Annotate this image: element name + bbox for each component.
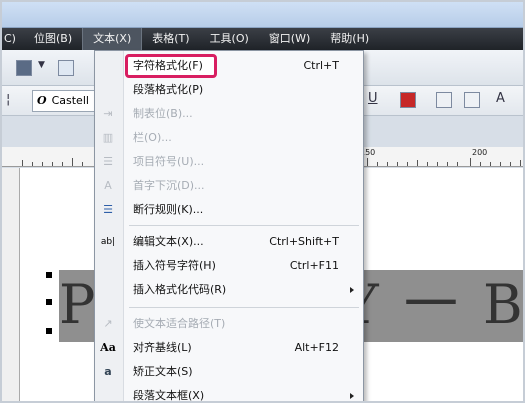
font-name: Castell: [51, 94, 89, 107]
menu-item-label: 项目符号(U)...: [133, 155, 205, 168]
character-format-icon[interactable]: A: [496, 91, 505, 106]
menu-item-shortcut: Ctrl+F11: [289, 259, 339, 272]
menu-item-insert-symbol[interactable]: 插入符号字符(H) Ctrl+F11: [95, 254, 363, 278]
fit-path-icon: ↗: [103, 317, 113, 330]
menu-item-label: 插入符号字符(H): [133, 259, 216, 272]
columns-icon: ▥: [102, 131, 114, 144]
straighten-text-icon: a: [104, 365, 112, 378]
menu-table[interactable]: 表格(T): [142, 28, 199, 50]
menu-window[interactable]: 窗口(W): [259, 28, 320, 50]
align-icon[interactable]: [436, 92, 452, 108]
menu-item-fit-text-to-path[interactable]: ↗ 使文本适合路径(T): [95, 312, 363, 336]
window-title-strip: [2, 2, 523, 28]
submenu-arrow-icon: [350, 287, 354, 293]
menu-separator: [129, 307, 359, 308]
line-break-icon: ☰: [103, 203, 113, 216]
vertical-ruler: [2, 168, 20, 401]
selection-handle[interactable]: [46, 272, 52, 278]
dropdown-arrow-icon[interactable]: ▼: [38, 60, 45, 70]
menu-bitmap[interactable]: 位图(B): [24, 28, 82, 50]
menu-item-align-baseline[interactable]: Aa 对齐基线(L) Alt+F12: [95, 336, 363, 360]
screen-frame: C) 位图(B) 文本(X) 表格(T) 工具(O) 窗口(W) 帮助(H) ▼…: [0, 0, 525, 403]
bullet-list-icon[interactable]: [464, 92, 480, 108]
menu-item-label: 段落文本框(X): [133, 389, 205, 402]
menu-item-straighten-text[interactable]: a 矫正文本(S): [95, 360, 363, 384]
menu-item-columns[interactable]: ▥ 栏(O)...: [95, 126, 363, 150]
text-color-icon[interactable]: [400, 92, 416, 108]
selection-handle[interactable]: [46, 328, 52, 334]
menu-item-shortcut: Ctrl+Shift+T: [269, 235, 339, 248]
submenu-arrow-icon: [350, 393, 354, 399]
menu-item-label: 制表位(B)...: [133, 107, 193, 120]
text-menu-dropdown: 字符格式化(F) Ctrl+T 段落格式化(P) ⇥ 制表位(B)... ▥ 栏…: [94, 50, 364, 402]
selection-handle[interactable]: [46, 299, 52, 305]
menu-item-label: 使文本适合路径(T): [133, 317, 226, 330]
menu-item-label: 栏(O)...: [133, 131, 172, 144]
align-baseline-icon: Aa: [100, 341, 116, 354]
app-launcher-icon[interactable]: [58, 60, 74, 76]
font-type-icon: O: [37, 94, 47, 107]
menu-item-tab-stops[interactable]: ⇥ 制表位(B)...: [95, 102, 363, 126]
export-icon[interactable]: [16, 60, 32, 76]
menu-item-bullets[interactable]: ☰ 项目符号(U)...: [95, 150, 363, 174]
menu-item-label: 矫正文本(S): [133, 365, 193, 378]
underline-icon[interactable]: U: [368, 91, 378, 106]
menu-item-edit-text[interactable]: ab| 编辑文本(X)... Ctrl+Shift+T: [95, 230, 363, 254]
menu-item-shortcut: Alt+F12: [294, 341, 339, 354]
edit-text-icon: ab|: [100, 237, 116, 247]
menu-text[interactable]: 文本(X): [82, 28, 143, 50]
bullets-icon: ☰: [103, 155, 113, 168]
menu-tools[interactable]: 工具(O): [200, 28, 259, 50]
menu-item-shortcut: Ctrl+T: [303, 59, 339, 72]
drop-cap-icon: A: [104, 179, 112, 192]
text-tool-icon[interactable]: ¦: [6, 92, 10, 107]
menu-prev[interactable]: C): [2, 28, 24, 50]
menu-item-label: 字符格式化(F): [133, 59, 203, 72]
menu-item-character-format[interactable]: 字符格式化(F) Ctrl+T: [95, 54, 363, 78]
font-select[interactable]: O Castell: [32, 90, 98, 112]
menu-item-paragraph-text-frame[interactable]: 段落文本框(X): [95, 384, 363, 402]
tab-stop-icon: ⇥: [103, 107, 113, 120]
menu-item-label: 编辑文本(X)...: [133, 235, 204, 248]
ruler-label: 200: [472, 148, 488, 157]
menu-item-drop-cap[interactable]: A 首字下沉(D)...: [95, 174, 363, 198]
text-part-right: Y 一 B: [343, 273, 525, 336]
menu-item-label: 对齐基线(L): [133, 341, 192, 354]
menu-item-label: 段落格式化(P): [133, 83, 204, 96]
menu-item-label: 插入格式化代码(R): [133, 283, 227, 296]
menu-item-line-break-rules[interactable]: ☰ 断行规则(K)...: [95, 198, 363, 222]
menu-item-label: 断行规则(K)...: [133, 203, 204, 216]
menu-separator: [129, 225, 359, 226]
menu-item-paragraph-format[interactable]: 段落格式化(P): [95, 78, 363, 102]
menu-item-insert-format-code[interactable]: 插入格式化代码(R): [95, 278, 363, 302]
menu-bar: C) 位图(B) 文本(X) 表格(T) 工具(O) 窗口(W) 帮助(H): [2, 28, 523, 50]
menu-item-label: 首字下沉(D)...: [133, 179, 205, 192]
menu-help[interactable]: 帮助(H): [320, 28, 379, 50]
